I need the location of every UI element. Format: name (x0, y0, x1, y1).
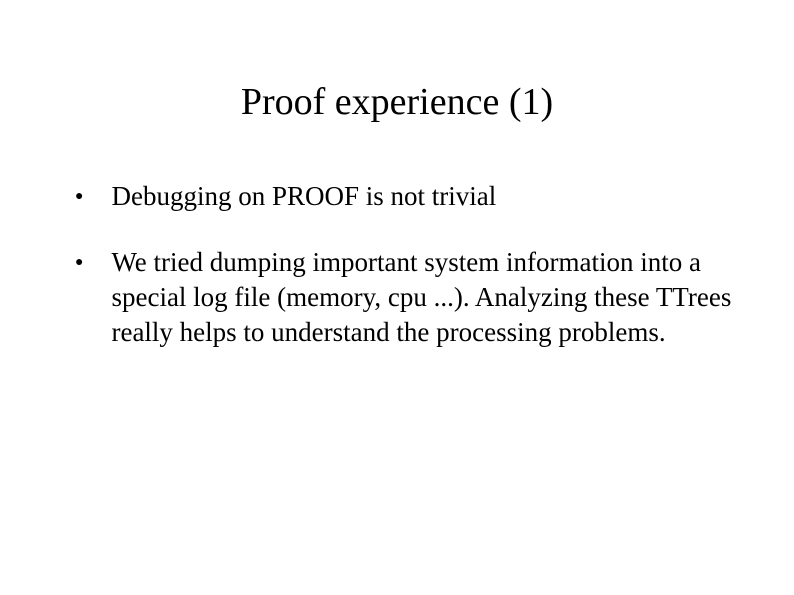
bullet-text: Debugging on PROOF is not trivial (111, 179, 496, 214)
bullet-icon: ● (75, 245, 83, 281)
bullet-text: We tried dumping important system inform… (111, 245, 744, 350)
bullet-list: ● Debugging on PROOF is not trivial ● We… (50, 179, 744, 350)
slide-title: Proof experience (1) (50, 80, 744, 124)
slide: Proof experience (1) ● Debugging on PROO… (0, 0, 794, 595)
list-item: ● Debugging on PROOF is not trivial (75, 179, 744, 215)
bullet-icon: ● (75, 179, 83, 215)
list-item: ● We tried dumping important system info… (75, 245, 744, 350)
